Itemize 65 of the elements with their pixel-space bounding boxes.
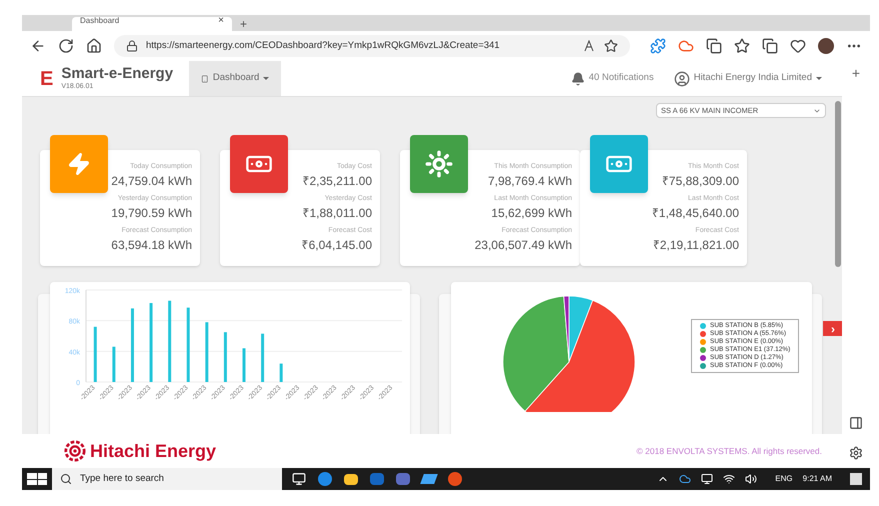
bar — [224, 332, 227, 382]
close-tab-icon[interactable]: × — [218, 17, 224, 25]
taskbar-search[interactable]: Type here to search — [52, 468, 282, 490]
brand-logo-icon — [64, 440, 86, 462]
browser-tab[interactable]: Dashboard × — [72, 17, 232, 31]
bar — [112, 346, 116, 382]
user-icon — [674, 70, 690, 86]
stat-value: ₹2,35,211.00 — [302, 173, 372, 190]
read-aloud-icon[interactable] — [584, 40, 596, 52]
caret-icon — [816, 77, 822, 80]
stat-value: ₹75,88,309.00 — [662, 173, 739, 190]
bar — [205, 322, 208, 382]
settings-icon[interactable] — [849, 446, 863, 460]
search-icon — [60, 473, 72, 485]
folder-app-icon[interactable] — [344, 474, 358, 484]
copyright-text: © 2018 ENVOLTA SYSTEMS. All rights reserved. — [636, 444, 822, 458]
sun-icon — [425, 150, 453, 178]
clock[interactable]: 9:21 AM — [802, 473, 832, 485]
address-field[interactable]: https://smarteenergy.com/CEODashboard?key=Ymkp1wRQkGM6vzLJ&Create=341 — [114, 35, 630, 57]
home-icon[interactable] — [86, 38, 102, 54]
mail-app-icon[interactable] — [370, 473, 384, 485]
language-indicator[interactable]: ENG — [775, 473, 793, 485]
stat-value: ₹6,04,145.00 — [302, 237, 372, 254]
stat-value: 63,594.18 kWh — [111, 237, 192, 254]
bar — [261, 334, 264, 382]
stat-value: 24,759.04 kWh — [111, 173, 192, 190]
add-button[interactable]: + — [852, 66, 860, 80]
slides-app-icon[interactable] — [448, 472, 462, 486]
bar — [280, 364, 283, 382]
bell-icon — [570, 72, 585, 86]
next-button[interactable]: › — [823, 321, 842, 336]
stat-value: ₹2,19,11,821.00 — [652, 237, 739, 254]
favorites-icon[interactable] — [734, 38, 750, 54]
stat-value: 7,98,769.4 kWh — [488, 173, 572, 190]
cloud-icon[interactable] — [679, 473, 692, 485]
stat-value: 15,62,699 kWh — [491, 205, 572, 222]
new-tab-button[interactable]: + — [240, 19, 248, 29]
chat-app-icon[interactable] — [396, 473, 410, 485]
logo-mark: E — [40, 68, 54, 88]
favorite-star-icon[interactable] — [604, 39, 618, 53]
scrollbar-thumb[interactable] — [835, 101, 841, 267]
stat-value: 23,06,507.49 kWh — [474, 237, 572, 254]
panel-icon[interactable] — [849, 416, 863, 430]
bolt-icon — [67, 152, 91, 176]
task-view-icon[interactable] — [292, 472, 306, 486]
stat-value: ₹1,48,45,640.00 — [652, 205, 739, 222]
start-icon[interactable] — [27, 473, 47, 485]
stat-value: 19,790.59 kWh — [111, 205, 192, 222]
notifications-button[interactable]: 40 Notifications — [570, 71, 654, 86]
caret-icon — [263, 77, 270, 80]
refresh-icon[interactable] — [58, 38, 74, 54]
display-icon[interactable] — [701, 473, 714, 485]
account-menu[interactable]: Hitachi Energy India Limited — [674, 70, 822, 86]
bar — [242, 348, 246, 382]
app-name: Smart-e-Energy — [61, 66, 174, 82]
browser-app-icon[interactable] — [318, 472, 332, 486]
dashboard-menu[interactable]: Dashboard — [189, 61, 282, 96]
lock-icon — [126, 40, 138, 52]
app-icon[interactable] — [420, 474, 438, 484]
brand-name: Hitachi Energy — [90, 440, 216, 463]
back-icon[interactable] — [30, 38, 46, 54]
stat-value: ₹1,88,011.00 — [302, 205, 372, 222]
profile-avatar[interactable] — [818, 38, 834, 54]
bar — [94, 326, 97, 382]
volume-icon[interactable] — [745, 473, 758, 485]
